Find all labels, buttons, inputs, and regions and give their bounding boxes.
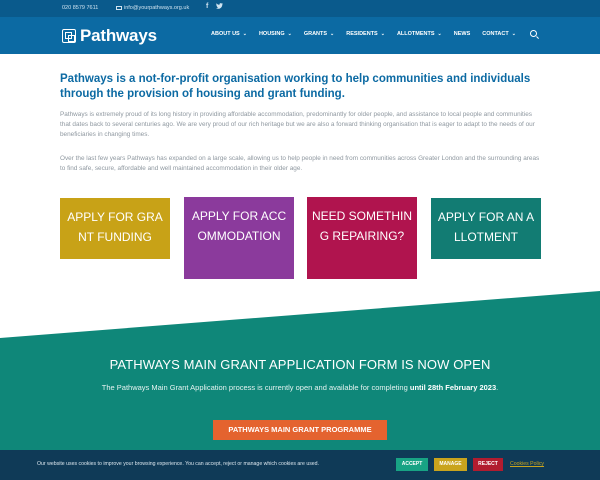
- nav-label: ABOUT US: [211, 31, 240, 37]
- apply-accommodation-card[interactable]: APPLY FOR ACCOMMODATION: [184, 197, 294, 279]
- nav-label: NEWS: [453, 31, 471, 37]
- email-text: info@yourpathways.org.uk: [124, 5, 190, 11]
- desc-suffix: .: [496, 383, 499, 392]
- apply-allotment-card[interactable]: APPLY FOR AN ALLOTMENT: [431, 198, 541, 259]
- need-repairing-card[interactable]: NEED SOMETHING REPAIRING?: [307, 197, 417, 279]
- main-nav: ABOUT US ⌄ HOUSING ⌄ GRANTS ⌄ RESIDENTS ⌄ AL…: [211, 31, 528, 37]
- nav-label: RESIDENTS: [346, 31, 378, 37]
- nav-item-allotments[interactable]: ALLOTMENTS ⌄: [397, 31, 442, 37]
- intro-paragraph-2: Over the last few years Pathways has exp…: [60, 155, 540, 172]
- chevron-down-icon: ⌄: [330, 31, 335, 37]
- nav-label: CONTACT: [482, 31, 509, 37]
- twitter-icon[interactable]: [216, 3, 223, 11]
- chevron-down-icon: ⌄: [380, 31, 385, 37]
- desc-text: The Pathways Main Grant Application proc…: [101, 383, 410, 392]
- intro-paragraph-1: Pathways is extremely proud of its long …: [60, 111, 535, 138]
- nav-item-grants[interactable]: GRANTS ⌄: [304, 31, 334, 37]
- nav-item-contact[interactable]: CONTACT ⌄: [482, 31, 516, 37]
- site-header: Pathways ABOUT US ⌄ HOUSING ⌄ GRANTS ⌄ RESI…: [0, 17, 600, 54]
- top-bar: 020 8579 7611 info@yourpathways.org.uk f: [0, 0, 600, 17]
- nav-item-news[interactable]: NEWS: [454, 31, 471, 37]
- chevron-down-icon: ⌄: [437, 31, 442, 37]
- nav-item-housing[interactable]: HOUSING ⌄: [259, 31, 292, 37]
- grant-section-description: The Pathways Main Grant Application proc…: [90, 381, 510, 394]
- logo[interactable]: Pathways: [62, 26, 157, 46]
- apply-grant-funding-card[interactable]: APPLY FOR GRANT FUNDING: [60, 198, 170, 259]
- grant-section-title: PATHWAYS MAIN GRANT APPLICATION FORM IS …: [109, 357, 491, 372]
- reject-cookies-button[interactable]: REJECT: [473, 458, 503, 471]
- search-icon[interactable]: [530, 30, 537, 37]
- chevron-down-icon: ⌄: [287, 31, 292, 37]
- logo-mark-icon: [62, 29, 76, 43]
- nav-label: GRANTS: [303, 31, 328, 37]
- cookie-banner: Our website uses cookies to improve your…: [0, 450, 600, 480]
- nav-label: ALLOTMENTS: [396, 31, 435, 37]
- manage-cookies-button[interactable]: MANAGE: [434, 458, 467, 471]
- deadline-text: until 28th February 2023: [409, 383, 497, 392]
- intro-heading: Pathways is a not-for-profit organisatio…: [60, 73, 531, 100]
- main-grant-programme-button[interactable]: PATHWAYS MAIN GRANT PROGRAMME: [213, 420, 387, 440]
- cookie-message: Our website uses cookies to improve your…: [37, 461, 320, 467]
- cookies-policy-link[interactable]: Cookies Policy: [510, 461, 544, 467]
- chevron-down-icon: ⌄: [242, 31, 247, 37]
- phone-number[interactable]: 020 8579 7611: [62, 5, 98, 11]
- nav-item-residents[interactable]: RESIDENTS ⌄: [346, 31, 385, 37]
- facebook-icon[interactable]: f: [206, 3, 208, 10]
- nav-label: HOUSING: [258, 31, 285, 37]
- logo-text: Pathways: [80, 26, 157, 45]
- envelope-icon: [116, 5, 122, 10]
- email-link[interactable]: info@yourpathways.org.uk: [116, 5, 189, 11]
- nav-item-about-us[interactable]: ABOUT US ⌄: [211, 31, 247, 37]
- chevron-down-icon: ⌄: [511, 31, 516, 37]
- accept-cookies-button[interactable]: ACCEPT: [396, 458, 428, 471]
